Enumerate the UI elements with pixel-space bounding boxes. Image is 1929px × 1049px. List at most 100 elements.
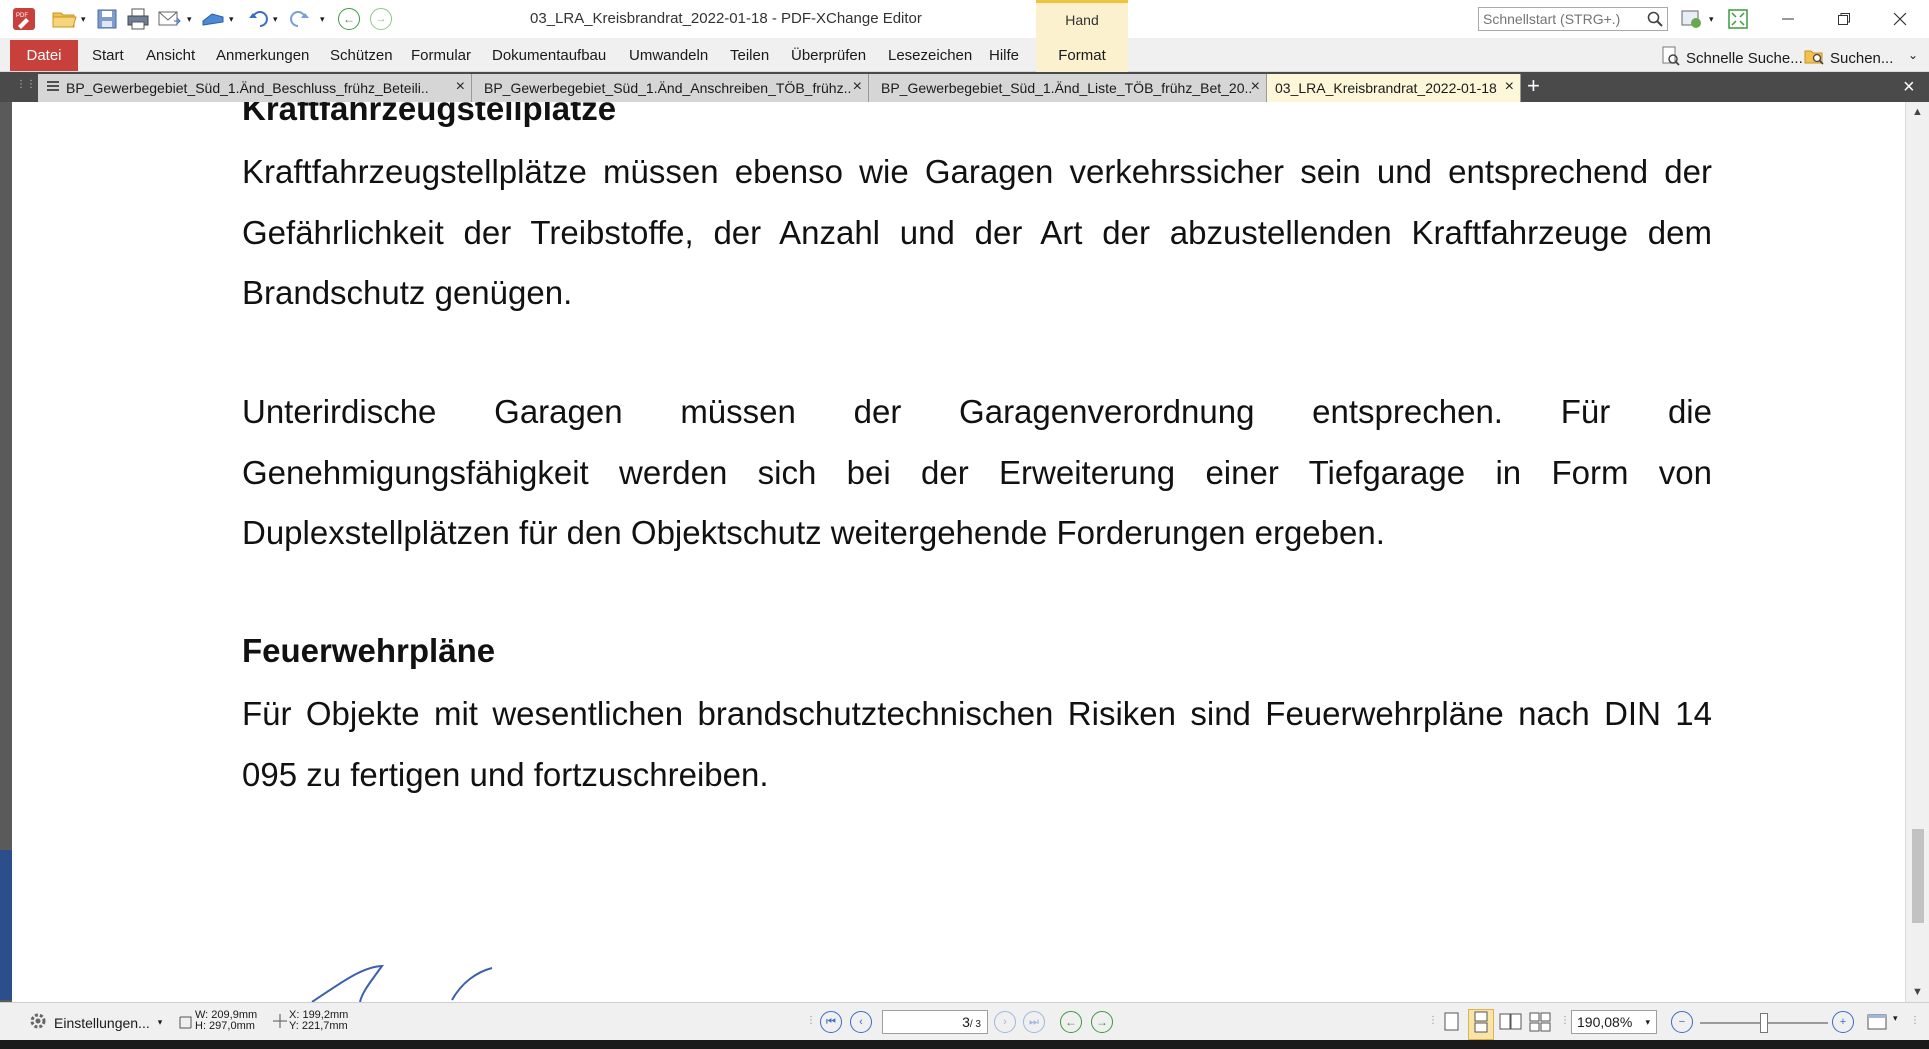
tab-form[interactable]: Formular: [411, 47, 471, 64]
status-bar: Einstellungen... ▾ W: 209,9mm H: 297,0mm…: [0, 1002, 1929, 1040]
forward-view-icon[interactable]: →: [370, 6, 392, 32]
heading-kraftfahrzeugstellplaetze: Kraftfahrzeugstellplätze: [242, 102, 617, 127]
scrollbar-thumb[interactable]: [1912, 829, 1924, 923]
tab-start[interactable]: Start: [92, 47, 124, 64]
tab-list-icon[interactable]: [46, 79, 60, 96]
last-page-button[interactable]: ⏭: [1023, 1011, 1045, 1033]
minimize-button[interactable]: [1765, 4, 1811, 34]
customize-icon[interactable]: [1680, 6, 1706, 32]
redo-icon[interactable]: [288, 6, 310, 32]
close-window-button[interactable]: [1877, 4, 1923, 34]
zoom-dropdown-icon: ▾: [1645, 1017, 1650, 1027]
quick-search-label: Schnelle Suche...: [1686, 49, 1803, 67]
redo-dropdown-icon[interactable]: ▾: [320, 6, 325, 32]
tab-file[interactable]: Datei: [10, 40, 78, 71]
facing-pages-icon[interactable]: [1498, 1011, 1524, 1038]
single-page-icon[interactable]: [1442, 1011, 1462, 1038]
os-taskbar-edge: [0, 1040, 1929, 1049]
cursor-position-icon: [272, 1013, 288, 1034]
cursor-position: X: 199,2mm Y: 221,7mm: [289, 1010, 348, 1032]
tab-format[interactable]: Format: [1036, 38, 1128, 72]
doc-tab-1[interactable]: BP_Gewerbegebiet_Süd_1.Änd_Beschluss_frü…: [38, 74, 472, 102]
statusbar-end-grip-icon: ⋮: [1910, 1015, 1920, 1026]
settings-button[interactable]: Einstellungen... ▾: [28, 1011, 162, 1034]
left-panel-edge-accent: [0, 850, 12, 1000]
nav-grip-icon: ⋮: [806, 1015, 816, 1026]
zoom-slider-thumb[interactable]: [1760, 1013, 1768, 1033]
search-button[interactable]: Suchen...: [1804, 46, 1893, 70]
paragraph-stellplaetze: Kraftfahrzeugstellplätze müssen ebenso w…: [242, 153, 1712, 311]
tab-protect[interactable]: Schützen: [330, 47, 393, 64]
tab-share[interactable]: Teilen: [730, 47, 769, 64]
document-tab-bar: ⋮⋮ BP_Gewerbegebiet_Süd_1.Änd_Beschluss_…: [0, 72, 1929, 102]
save-icon[interactable]: [96, 6, 118, 32]
tab-help[interactable]: Hilfe: [989, 47, 1019, 64]
window-title: 03_LRA_Kreisbrandrat_2022-01-18 - PDF-XC…: [530, 10, 922, 27]
next-page-button[interactable]: ›: [994, 1011, 1016, 1033]
zoom-out-button[interactable]: −: [1671, 1011, 1693, 1033]
undo-dropdown-icon[interactable]: ▾: [273, 6, 278, 32]
page-number-box[interactable]: 3/ 3: [882, 1010, 988, 1034]
previous-view-button[interactable]: ←: [1060, 1011, 1082, 1033]
open-folder-icon[interactable]: [52, 6, 78, 32]
scan-icon[interactable]: [200, 6, 226, 32]
continuous-page-icon[interactable]: [1468, 1009, 1494, 1040]
svg-text:PDF: PDF: [16, 13, 28, 19]
zoom-in-button[interactable]: +: [1832, 1011, 1854, 1033]
view-mode-icon[interactable]: [1866, 1012, 1890, 1037]
doc-tab-1-label: BP_Gewerbegebiet_Süd_1.Änd_Beschluss_frü…: [66, 80, 429, 96]
settings-dropdown-icon: ▾: [157, 1017, 163, 1027]
doc-tab-1-close-icon[interactable]: ×: [456, 78, 465, 96]
tab-review[interactable]: Überprüfen: [791, 47, 866, 64]
quick-start-box[interactable]: [1478, 7, 1668, 31]
restore-button[interactable]: [1821, 4, 1867, 34]
scroll-up-icon[interactable]: ▲: [1912, 106, 1923, 118]
ribbon-collapse-icon[interactable]: ⌄: [1908, 48, 1918, 62]
paragraph-feuerwehrplaene: Für Objekte mit wesentlichen brandschutz…: [242, 695, 1712, 793]
tab-view[interactable]: Ansicht: [146, 47, 195, 64]
scroll-down-icon[interactable]: ▼: [1912, 986, 1923, 998]
email-dropdown-icon[interactable]: ▾: [187, 6, 192, 32]
customize-dropdown-icon[interactable]: ▾: [1709, 6, 1714, 32]
scan-dropdown-icon[interactable]: ▾: [229, 6, 234, 32]
search-icon[interactable]: [1647, 11, 1663, 32]
quick-start-input[interactable]: [1479, 8, 1639, 30]
print-icon[interactable]: [126, 6, 150, 32]
zoom-level-box[interactable]: 190,08% ▾: [1571, 1010, 1657, 1034]
context-tab-group-label: Hand: [1036, 0, 1128, 38]
quick-search-button[interactable]: Schnelle Suche...: [1662, 46, 1803, 70]
back-view-icon[interactable]: ←: [338, 6, 360, 32]
settings-label: Einstellungen...: [54, 1014, 150, 1031]
next-view-button[interactable]: →: [1091, 1011, 1113, 1033]
doc-tab-3-close-icon[interactable]: ×: [1251, 78, 1260, 96]
tab-grip-icon[interactable]: ⋮⋮: [16, 79, 36, 90]
close-all-tabs-icon[interactable]: ×: [1903, 76, 1915, 99]
new-tab-plus-icon[interactable]: +: [1527, 75, 1540, 97]
pdf-page[interactable]: Kraftfahrzeugstellplätze Kraftfahrzeugst…: [12, 102, 1905, 1002]
page-total: / 3: [969, 1019, 981, 1030]
continuous-facing-icon[interactable]: [1528, 1011, 1554, 1038]
page-size-icon: [178, 1013, 194, 1034]
zoom-level: 190,08%: [1577, 1014, 1633, 1030]
undo-icon[interactable]: [248, 6, 270, 32]
doc-tab-2[interactable]: BP_Gewerbegebiet_Süd_1.Änd_Anschreiben_T…: [472, 74, 869, 102]
email-icon[interactable]: [157, 6, 181, 32]
doc-tab-3[interactable]: BP_Gewerbegebiet_Süd_1.Änd_Liste_TÖB_frü…: [869, 74, 1267, 102]
search-label: Suchen...: [1830, 49, 1894, 67]
tab-convert[interactable]: Umwandeln: [629, 47, 708, 64]
tab-bookmarks[interactable]: Lesezeichen: [888, 47, 972, 64]
tab-comments[interactable]: Anmerkungen: [216, 47, 309, 64]
first-page-button[interactable]: ⏮: [820, 1011, 842, 1033]
open-dropdown-icon[interactable]: ▾: [81, 6, 86, 32]
fullscreen-icon[interactable]: [1727, 6, 1749, 32]
vertical-scrollbar[interactable]: ▲ ▼: [1905, 102, 1929, 1002]
app-logo-icon[interactable]: PDF: [12, 6, 36, 32]
doc-tab-2-close-icon[interactable]: ×: [853, 78, 862, 96]
tab-organize[interactable]: Dokumentaufbau: [492, 47, 606, 64]
previous-page-button[interactable]: ‹: [850, 1011, 872, 1033]
doc-tab-4-close-icon[interactable]: ×: [1505, 78, 1514, 96]
title-bar: PDF ▾ ▾ ▾ ▾ ▾ ← → 03_LRA_Kreisbrandrat_2…: [0, 0, 1929, 38]
view-mode-dropdown-icon[interactable]: ▾: [1893, 1013, 1898, 1024]
doc-tab-4-active[interactable]: 03_LRA_Kreisbrandrat_2022-01-18 ×: [1267, 74, 1521, 102]
doc-tab-2-label: BP_Gewerbegebiet_Süd_1.Änd_Anschreiben_T…: [484, 80, 852, 96]
